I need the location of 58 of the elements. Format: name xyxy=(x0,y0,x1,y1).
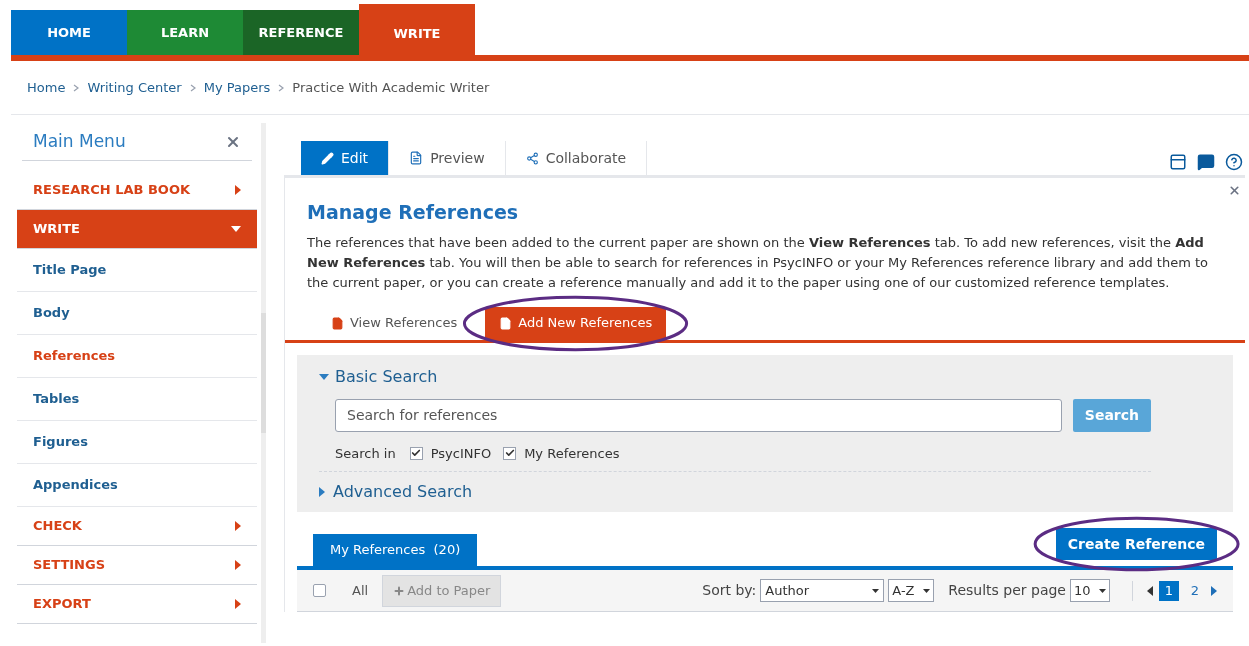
sort-select[interactable]: Author xyxy=(760,579,885,602)
checkbox-label: PsycINFO xyxy=(430,444,492,463)
menu-title: Main Menu xyxy=(33,129,126,153)
menu-item[interactable]: Tables xyxy=(17,378,257,421)
page-button[interactable]: 1 xyxy=(1159,580,1179,601)
chevron-right-icon xyxy=(189,83,196,92)
create-reference-button[interactable]: Create Reference xyxy=(1055,528,1217,560)
document-icon xyxy=(331,316,344,330)
caret-down-icon xyxy=(231,226,241,232)
order-select[interactable]: A-Z xyxy=(888,579,935,602)
document-icon xyxy=(409,151,424,165)
checkbox[interactable] xyxy=(409,446,423,460)
breadcrumb-link[interactable]: Home xyxy=(27,77,66,98)
breadcrumb-current: Practice With Academic Writer xyxy=(292,78,490,97)
menu-item[interactable]: Title Page xyxy=(17,249,257,292)
per-page-select[interactable]: 10 xyxy=(1070,579,1110,602)
comment-icon[interactable] xyxy=(1197,153,1215,171)
document-icon xyxy=(499,316,513,330)
search-in-label: Search in xyxy=(335,444,396,463)
basic-search-toggle[interactable]: Basic Search xyxy=(319,364,438,389)
list-tab[interactable]: My References (20) xyxy=(313,534,478,566)
caret-down-icon xyxy=(923,587,931,594)
scrollbar-thumb[interactable] xyxy=(261,313,266,433)
nav-tab[interactable]: REFERENCE xyxy=(243,10,359,55)
nav-tab[interactable]: WRITE xyxy=(359,4,475,55)
caret-down-icon xyxy=(319,373,329,380)
chevron-right-icon xyxy=(278,83,285,92)
reference-tab[interactable]: Add New References xyxy=(485,306,667,340)
close-icon[interactable] xyxy=(1228,184,1241,197)
nav-tab[interactable]: LEARN xyxy=(127,10,243,55)
search-field[interactable]: Search for references xyxy=(335,398,1062,432)
breadcrumb-link[interactable]: My Papers xyxy=(203,77,271,98)
menu-item[interactable]: Figures xyxy=(17,421,257,464)
sort-label: Sort by: xyxy=(702,581,757,600)
share-icon xyxy=(525,151,539,165)
panel-description: The references that have been added to the current paper are shown on the View References tab. To add new references, visit the Add New References tab. You will then be able to search for references in PsycINFO or your My References reference library and add them to the current paper, or you can create a reference manually and add it to the paper using one of our customized reference templates. xyxy=(307,233,1210,292)
panel-title: Manage References xyxy=(307,200,520,225)
advanced-search-toggle[interactable]: Advanced Search xyxy=(319,480,473,504)
caret-down-icon xyxy=(1099,587,1106,594)
add-to-paper-button: Add to Paper xyxy=(382,574,502,607)
pencil-icon xyxy=(321,151,334,165)
menu-item[interactable]: Body xyxy=(17,292,257,335)
layout-icon[interactable] xyxy=(1169,153,1187,171)
editor-tab[interactable]: Edit xyxy=(301,141,390,175)
menu-section[interactable]: WRITE xyxy=(17,210,257,249)
plus-icon xyxy=(393,584,406,597)
help-icon[interactable] xyxy=(1225,153,1243,171)
checkbox[interactable] xyxy=(503,446,517,460)
select-all-checkbox[interactable] xyxy=(313,584,326,597)
nav-tab[interactable]: HOME xyxy=(11,10,127,55)
chevron-right-icon xyxy=(73,83,80,92)
breadcrumb-link[interactable]: Writing Center xyxy=(87,77,182,98)
caret-down-icon xyxy=(872,587,880,594)
menu-item[interactable]: References xyxy=(17,335,257,378)
all-label: All xyxy=(352,581,369,600)
results-label: Results per page xyxy=(948,581,1066,600)
checkbox-label: My References xyxy=(524,444,620,463)
page-button[interactable]: 2 xyxy=(1185,580,1205,601)
